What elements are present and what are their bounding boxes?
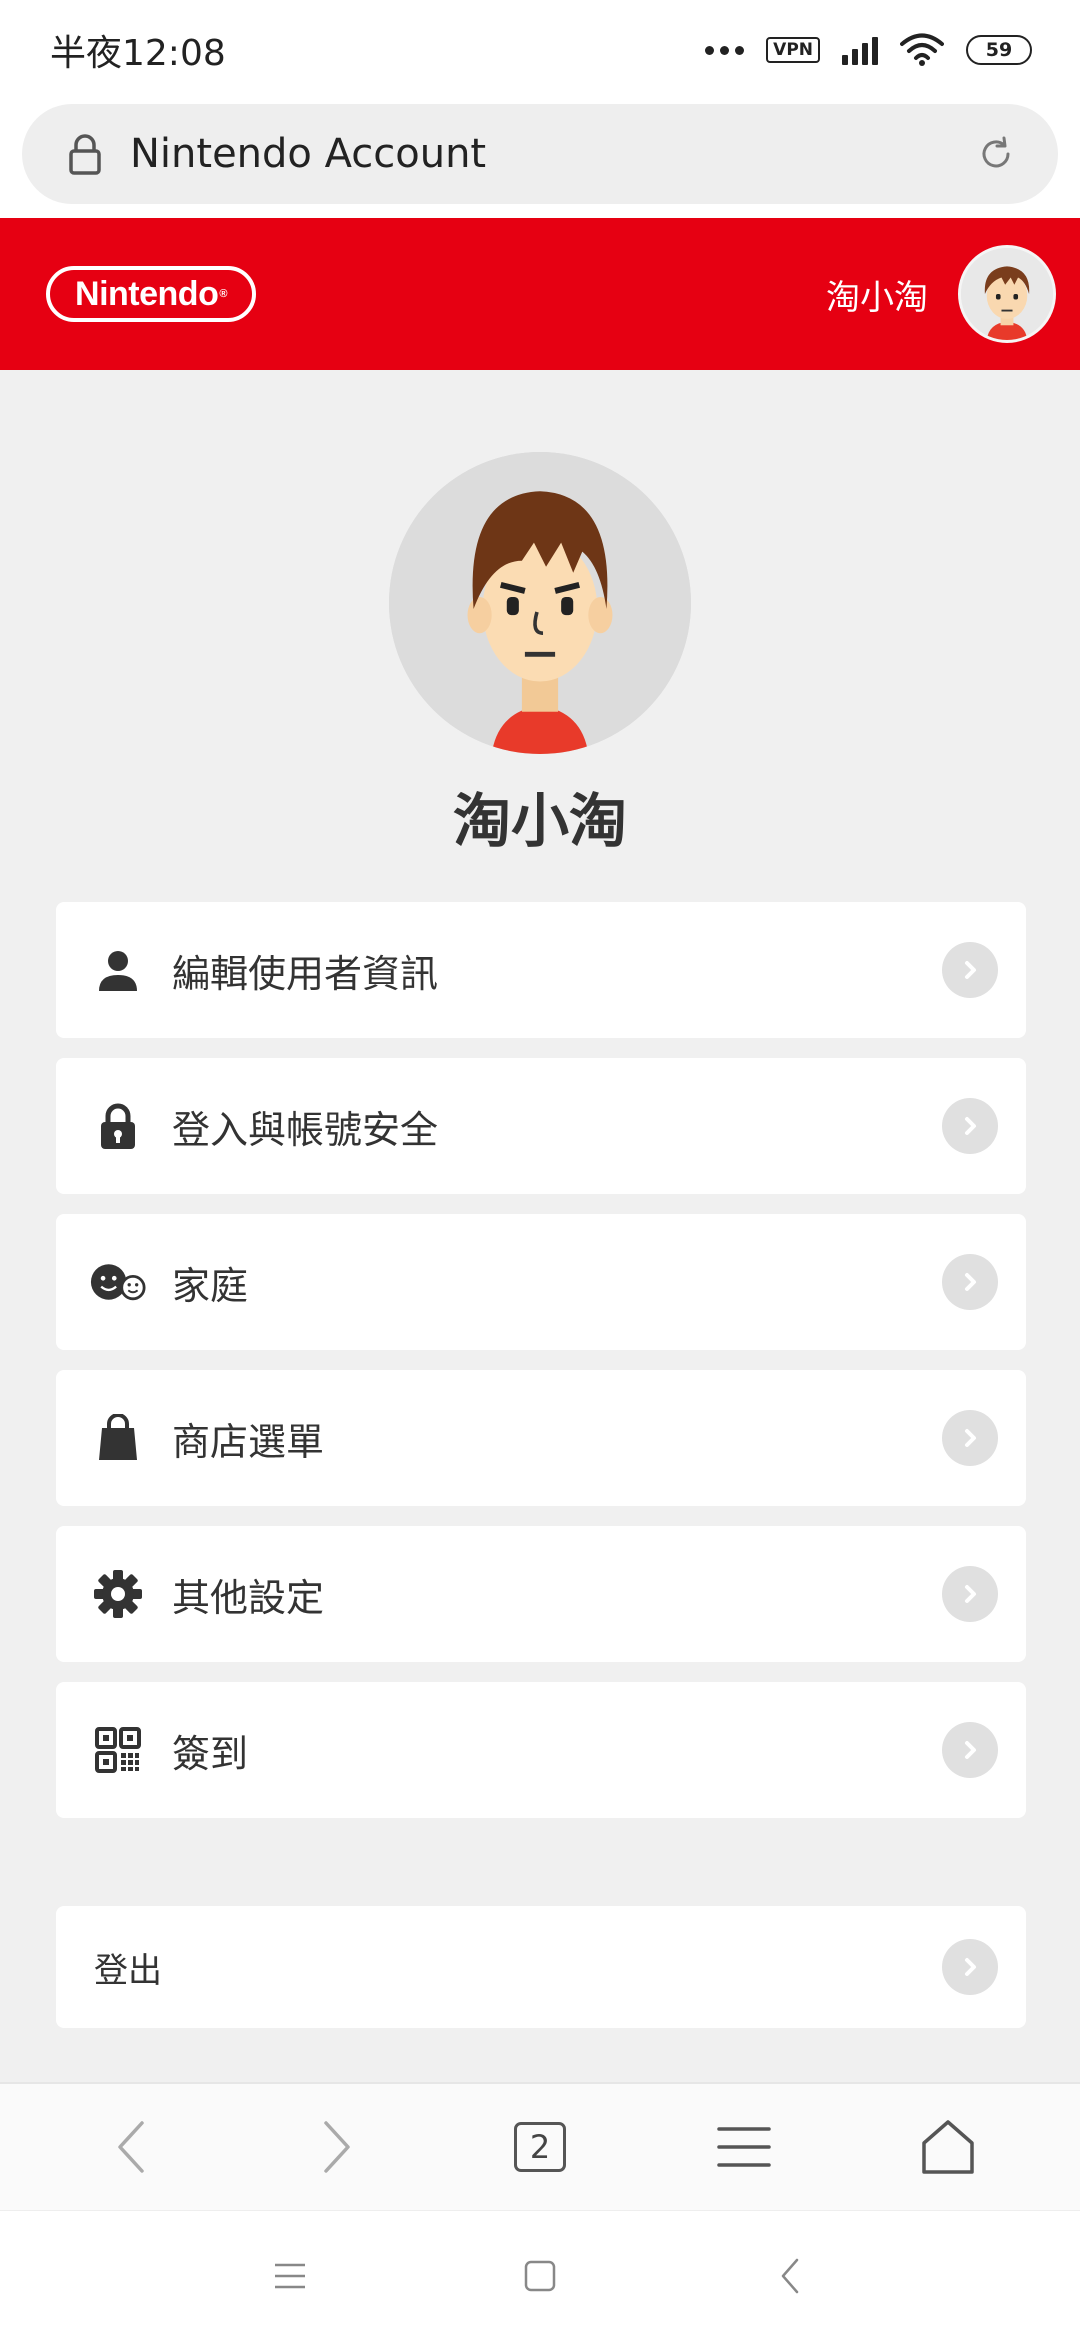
menu-item-check-in[interactable]: 簽到: [56, 1682, 1026, 1818]
chevron-right-icon: [942, 1939, 998, 1995]
menu-item-label: 家庭: [172, 1263, 249, 1308]
square-icon: [524, 2260, 556, 2291]
logo-registered-mark: ®: [219, 288, 227, 300]
reload-icon[interactable]: [974, 132, 1018, 176]
chevron-right-icon: [942, 1566, 998, 1622]
recent-apps-button[interactable]: [260, 2246, 320, 2306]
site-header: Nintendo ® 淘小淘: [0, 218, 1080, 370]
system-back-button[interactable]: [760, 2246, 820, 2306]
nintendo-logo[interactable]: Nintendo ®: [46, 266, 256, 322]
profile-avatar: [389, 452, 691, 754]
menu-item-other-settings[interactable]: 其他設定: [56, 1526, 1026, 1662]
header-avatar[interactable]: [958, 245, 1056, 343]
address-bar[interactable]: Nintendo Account: [22, 104, 1058, 204]
logo-text: Nintendo: [75, 274, 219, 313]
qr-code-icon: [90, 1722, 146, 1778]
tabs-button[interactable]: 2: [500, 2107, 580, 2187]
lock-icon: [69, 134, 101, 175]
profile-name: 淘小淘: [452, 787, 627, 855]
menu-button[interactable]: [704, 2107, 784, 2187]
system-navigation-bar: [0, 2210, 1080, 2340]
browser-address-area: Nintendo Account: [0, 100, 1080, 218]
wifi-icon: [900, 33, 944, 66]
forward-button[interactable]: [296, 2107, 376, 2187]
chevron-left-icon: [781, 2258, 799, 2293]
chevron-right-icon: [324, 2121, 350, 2173]
chevron-left-icon: [118, 2121, 144, 2173]
menu-item-shop-menu[interactable]: 商店選單: [56, 1370, 1026, 1506]
menu-item-label: 其他設定: [172, 1575, 325, 1620]
logout-button[interactable]: 登出: [56, 1906, 1026, 2028]
page: 半夜12:08 VPN 59 Nintendo Account Nintendo…: [0, 0, 1080, 2340]
page-title: Nintendo Account: [130, 131, 487, 177]
menu-item-label: 簽到: [172, 1731, 249, 1776]
home-button[interactable]: [908, 2107, 988, 2187]
menu-item-family[interactable]: 家庭: [56, 1214, 1026, 1350]
menu-item-login-security[interactable]: 登入與帳號安全: [56, 1058, 1026, 1194]
account-menu: 編輯使用者資訊 登入與帳號安全 家庭 商店選單 其他設定 簽到: [56, 902, 1026, 1838]
system-home-button[interactable]: [510, 2246, 570, 2306]
chevron-right-icon: [942, 1098, 998, 1154]
menu-item-label: 登入與帳號安全: [172, 1107, 439, 1152]
back-button[interactable]: [92, 2107, 172, 2187]
menu-lines-icon: [275, 2263, 305, 2288]
menu-item-edit-user-info[interactable]: 編輯使用者資訊: [56, 902, 1026, 1038]
status-time: 半夜12:08: [50, 33, 226, 74]
lock-icon: [90, 1098, 146, 1154]
menu-item-label: 編輯使用者資訊: [172, 951, 439, 996]
mii-avatar-icon: [389, 452, 691, 754]
status-icons: VPN 59: [705, 33, 1032, 67]
menu-item-label: 商店選單: [172, 1419, 325, 1464]
shopping-bag-icon: [90, 1410, 146, 1466]
chevron-right-icon: [942, 942, 998, 998]
signal-icon: [842, 35, 878, 65]
home-icon: [922, 2120, 974, 2174]
header-username: 淘小淘: [826, 277, 928, 318]
more-notifications-icon: [705, 45, 745, 55]
battery-level: 59: [985, 39, 1013, 61]
tab-count: 2: [514, 2122, 566, 2172]
mii-avatar-icon: [961, 248, 1053, 340]
battery-indicator: 59: [966, 35, 1032, 65]
status-bar: 半夜12:08 VPN 59: [0, 0, 1080, 100]
vpn-badge: VPN: [766, 37, 820, 63]
person-icon: [90, 942, 146, 998]
logout-label: 登出: [94, 1950, 162, 1991]
chevron-right-icon: [942, 1254, 998, 1310]
hamburger-menu-icon: [717, 2127, 771, 2167]
header-user[interactable]: 淘小淘: [826, 245, 1056, 343]
chevron-right-icon: [942, 1410, 998, 1466]
gear-icon: [90, 1566, 146, 1622]
family-faces-icon: [90, 1254, 146, 1310]
browser-toolbar: 2: [0, 2082, 1080, 2210]
chevron-right-icon: [942, 1722, 998, 1778]
account-content: 淘小淘 編輯使用者資訊 登入與帳號安全 家庭 商店選單 其他設定 簽到 登出: [0, 370, 1080, 2082]
